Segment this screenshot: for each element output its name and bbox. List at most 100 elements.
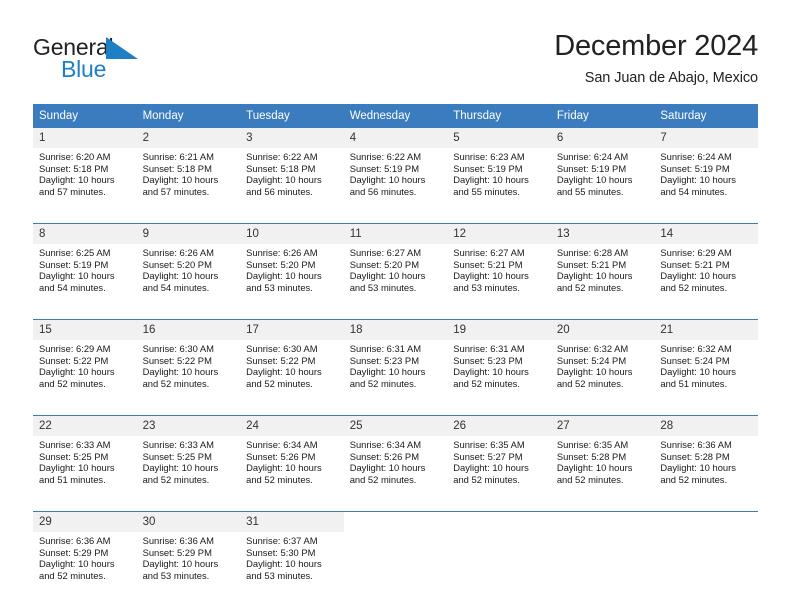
day-number — [344, 512, 448, 532]
calendar-day-cell[interactable]: 21 Sunrise: 6:32 AM Sunset: 5:24 PM Dayligh… — [654, 319, 758, 403]
day-info-daylight1: Daylight: 10 hours — [556, 462, 633, 474]
day-info-daylight2: and 52 minutes. — [349, 377, 417, 389]
day-info-sunrise: Sunrise: 6:21 AM — [142, 151, 214, 162]
calendar-day-cell[interactable]: 15 Sunrise: 6:29 AM Sunset: 5:22 PM Dayligh… — [33, 319, 137, 403]
day-info-daylight2: and 52 minutes. — [246, 473, 313, 485]
day-sun-info: Sunrise: 6:20 AM Sunset: 5:18 PM Daylight:… — [33, 148, 137, 197]
calendar-day-cell[interactable]: 4 Sunrise: 6:22 AM Sunset: 5:19 PM Daylight… — [343, 128, 448, 211]
weekday-header-thursday: Thursday — [447, 104, 551, 128]
calendar-day-cell[interactable]: 11 Sunrise: 6:27 AM Sunset: 5:20 PM Dayligh… — [343, 223, 448, 307]
day-info-sunrise: Sunrise: 6:26 AM — [142, 247, 214, 258]
calendar-day-cell-empty — [447, 511, 551, 595]
day-info-daylight1: Daylight: 10 hours — [39, 174, 115, 186]
day-info-daylight2: and 52 minutes. — [349, 473, 417, 485]
calendar-day-cell[interactable]: 26 Sunrise: 6:35 AM Sunset: 5:27 PM Dayligh… — [447, 415, 551, 499]
day-info-daylight2: and 53 minutes. — [246, 281, 313, 293]
day-number: 8 — [33, 224, 137, 244]
day-sun-info: Sunrise: 6:22 AM Sunset: 5:19 PM Daylight:… — [344, 148, 448, 197]
calendar-day-cell[interactable]: 14 Sunrise: 6:29 AM Sunset: 5:21 PM Dayligh… — [654, 223, 758, 307]
day-sun-info: Sunrise: 6:28 AM Sunset: 5:21 PM Daylight:… — [551, 244, 655, 293]
day-number: 27 — [550, 416, 655, 436]
day-info-daylight2: and 53 minutes. — [142, 569, 210, 581]
day-info-sunset: Sunset: 5:30 PM — [246, 546, 316, 558]
day-info-sunset: Sunset: 5:21 PM — [556, 258, 627, 270]
day-info-sunset: Sunset: 5:24 PM — [556, 354, 627, 366]
day-number: 7 — [654, 128, 758, 148]
calendar-day-cell[interactable]: 30 Sunrise: 6:36 AM Sunset: 5:29 PM Dayligh… — [136, 511, 241, 595]
day-info-sunset: Sunset: 5:19 PM — [349, 162, 419, 174]
day-info-sunrise: Sunrise: 6:24 AM — [556, 151, 629, 162]
weekday-header-monday: Monday — [136, 104, 241, 128]
day-info-sunset: Sunset: 5:25 PM — [142, 450, 212, 462]
day-sun-info: Sunrise: 6:35 AM Sunset: 5:27 PM Daylight:… — [447, 436, 551, 485]
day-info-sunrise: Sunrise: 6:31 AM — [453, 343, 525, 354]
calendar-week-row: 29 Sunrise: 6:36 AM Sunset: 5:29 PM Dayligh… — [33, 511, 758, 595]
calendar-day-cell[interactable]: 10 Sunrise: 6:26 AM Sunset: 5:20 PM Dayligh… — [240, 223, 344, 307]
day-info-daylight1: Daylight: 10 hours — [556, 270, 633, 282]
calendar-day-cell[interactable]: 1 Sunrise: 6:20 AM Sunset: 5:18 PM Daylight… — [33, 128, 137, 211]
calendar-day-cell[interactable]: 17 Sunrise: 6:30 AM Sunset: 5:22 PM Dayligh… — [240, 319, 344, 403]
day-sun-info: Sunrise: 6:27 AM Sunset: 5:20 PM Daylight:… — [344, 244, 448, 293]
calendar-day-cell[interactable]: 28 Sunrise: 6:36 AM Sunset: 5:28 PM Dayligh… — [654, 415, 758, 499]
day-info-sunrise: Sunrise: 6:32 AM — [660, 343, 732, 354]
calendar-week-row: 1 Sunrise: 6:20 AM Sunset: 5:18 PM Daylight… — [33, 128, 758, 211]
day-info-sunset: Sunset: 5:28 PM — [556, 450, 627, 462]
calendar-day-cell[interactable]: 2 Sunrise: 6:21 AM Sunset: 5:18 PM Daylight… — [136, 128, 241, 211]
brand-logo[interactable]: General Blue — [33, 34, 213, 90]
day-info-daylight2: and 53 minutes. — [349, 281, 417, 293]
day-cell-inner: 7 Sunrise: 6:24 AM Sunset: 5:19 PM Daylight… — [654, 128, 758, 211]
day-number — [551, 512, 655, 532]
calendar-day-cell[interactable]: 19 Sunrise: 6:31 AM Sunset: 5:23 PM Dayligh… — [447, 319, 551, 403]
calendar-day-cell[interactable]: 12 Sunrise: 6:27 AM Sunset: 5:21 PM Dayligh… — [447, 223, 551, 307]
day-info-sunset: Sunset: 5:19 PM — [556, 162, 627, 174]
calendar-day-cell[interactable]: 20 Sunrise: 6:32 AM Sunset: 5:24 PM Dayligh… — [550, 319, 655, 403]
calendar-day-cell[interactable]: 6 Sunrise: 6:24 AM Sunset: 5:19 PM Daylight… — [550, 128, 655, 211]
weekday-header-wednesday: Wednesday — [343, 104, 448, 128]
day-sun-info: Sunrise: 6:24 AM Sunset: 5:19 PM Daylight:… — [654, 148, 758, 197]
day-info-sunset: Sunset: 5:22 PM — [39, 354, 109, 366]
day-info-daylight2: and 52 minutes. — [246, 377, 313, 389]
day-info-sunset: Sunset: 5:21 PM — [660, 258, 730, 270]
day-info-daylight1: Daylight: 10 hours — [660, 174, 736, 186]
day-number: 20 — [550, 320, 655, 340]
calendar-day-cell[interactable]: 22 Sunrise: 6:33 AM Sunset: 5:25 PM Dayligh… — [33, 415, 137, 499]
day-info-sunset: Sunset: 5:19 PM — [660, 162, 730, 174]
day-info-sunrise: Sunrise: 6:36 AM — [142, 535, 214, 546]
calendar-page: General Blue December 2024 San Juan de A… — [0, 0, 792, 612]
day-cell-inner: 28 Sunrise: 6:36 AM Sunset: 5:28 PM Dayligh… — [654, 416, 758, 499]
weekday-header-sunday: Sunday — [33, 104, 137, 128]
day-number: 1 — [33, 128, 137, 148]
day-sun-info: Sunrise: 6:29 AM Sunset: 5:22 PM Daylight:… — [33, 340, 137, 389]
day-cell-inner — [654, 512, 758, 595]
day-sun-info: Sunrise: 6:34 AM Sunset: 5:26 PM Daylight:… — [240, 436, 344, 485]
day-info-sunrise: Sunrise: 6:32 AM — [556, 343, 629, 354]
calendar-day-cell[interactable]: 27 Sunrise: 6:35 AM Sunset: 5:28 PM Dayligh… — [550, 415, 655, 499]
calendar-body: 1 Sunrise: 6:20 AM Sunset: 5:18 PM Daylight… — [33, 128, 758, 595]
calendar-day-cell[interactable]: 25 Sunrise: 6:34 AM Sunset: 5:26 PM Dayligh… — [343, 415, 448, 499]
calendar-day-cell[interactable]: 7 Sunrise: 6:24 AM Sunset: 5:19 PM Daylight… — [654, 128, 758, 211]
calendar-day-cell[interactable]: 13 Sunrise: 6:28 AM Sunset: 5:21 PM Dayligh… — [550, 223, 655, 307]
day-info-daylight2: and 57 minutes. — [142, 185, 210, 197]
calendar-day-cell[interactable]: 16 Sunrise: 6:30 AM Sunset: 5:22 PM Dayligh… — [136, 319, 241, 403]
calendar-day-cell[interactable]: 18 Sunrise: 6:31 AM Sunset: 5:23 PM Dayligh… — [343, 319, 448, 403]
day-info-daylight1: Daylight: 10 hours — [39, 366, 115, 378]
day-cell-inner: 18 Sunrise: 6:31 AM Sunset: 5:23 PM Dayligh… — [343, 320, 448, 403]
day-info-daylight1: Daylight: 10 hours — [453, 174, 529, 186]
calendar-day-cell[interactable]: 31 Sunrise: 6:37 AM Sunset: 5:30 PM Dayligh… — [240, 511, 344, 595]
calendar-day-cell[interactable]: 9 Sunrise: 6:26 AM Sunset: 5:20 PM Daylight… — [136, 223, 241, 307]
day-info-daylight1: Daylight: 10 hours — [453, 270, 529, 282]
calendar-day-cell[interactable]: 3 Sunrise: 6:22 AM Sunset: 5:18 PM Daylight… — [240, 128, 344, 211]
day-number — [447, 512, 551, 532]
day-info-daylight1: Daylight: 10 hours — [453, 366, 529, 378]
calendar-day-cell[interactable]: 23 Sunrise: 6:33 AM Sunset: 5:25 PM Dayligh… — [136, 415, 241, 499]
day-info-sunrise: Sunrise: 6:36 AM — [660, 439, 732, 450]
calendar-day-cell[interactable]: 24 Sunrise: 6:34 AM Sunset: 5:26 PM Dayligh… — [240, 415, 344, 499]
calendar-day-cell[interactable]: 29 Sunrise: 6:36 AM Sunset: 5:29 PM Dayligh… — [33, 511, 137, 595]
day-number: 12 — [447, 224, 551, 244]
calendar-day-cell[interactable]: 5 Sunrise: 6:23 AM Sunset: 5:19 PM Daylight… — [447, 128, 551, 211]
day-info-sunset: Sunset: 5:28 PM — [660, 450, 730, 462]
calendar-day-cell[interactable]: 8 Sunrise: 6:25 AM Sunset: 5:19 PM Daylight… — [33, 223, 137, 307]
day-info-sunset: Sunset: 5:19 PM — [39, 258, 109, 270]
day-cell-inner: 19 Sunrise: 6:31 AM Sunset: 5:23 PM Dayligh… — [447, 320, 551, 403]
day-number: 15 — [33, 320, 137, 340]
